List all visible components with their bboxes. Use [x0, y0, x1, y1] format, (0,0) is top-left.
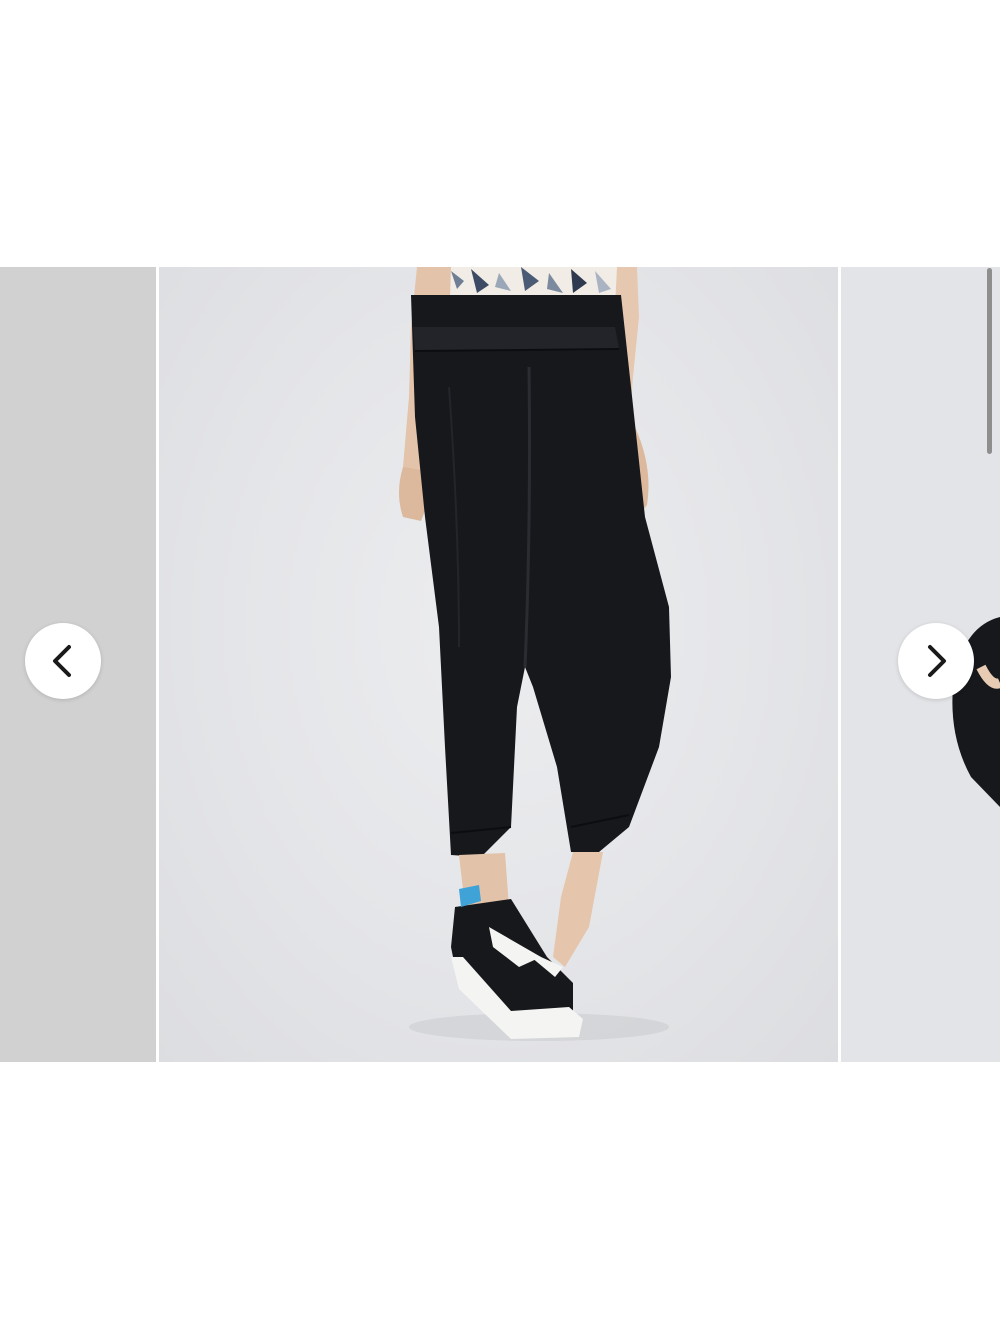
previous-image-button[interactable]: [25, 623, 101, 699]
patterned-top: [447, 267, 621, 297]
next-image-button[interactable]: [898, 623, 974, 699]
carousel-slide-current[interactable]: [159, 267, 838, 1062]
product-image-page: [0, 0, 1000, 1333]
scrollbar-thumb[interactable]: [987, 268, 992, 454]
image-carousel[interactable]: [0, 267, 1000, 1062]
chevron-right-icon: [928, 645, 946, 677]
chevron-left-icon: [53, 645, 71, 677]
product-photo-black-cropped-pants: [399, 267, 671, 1041]
